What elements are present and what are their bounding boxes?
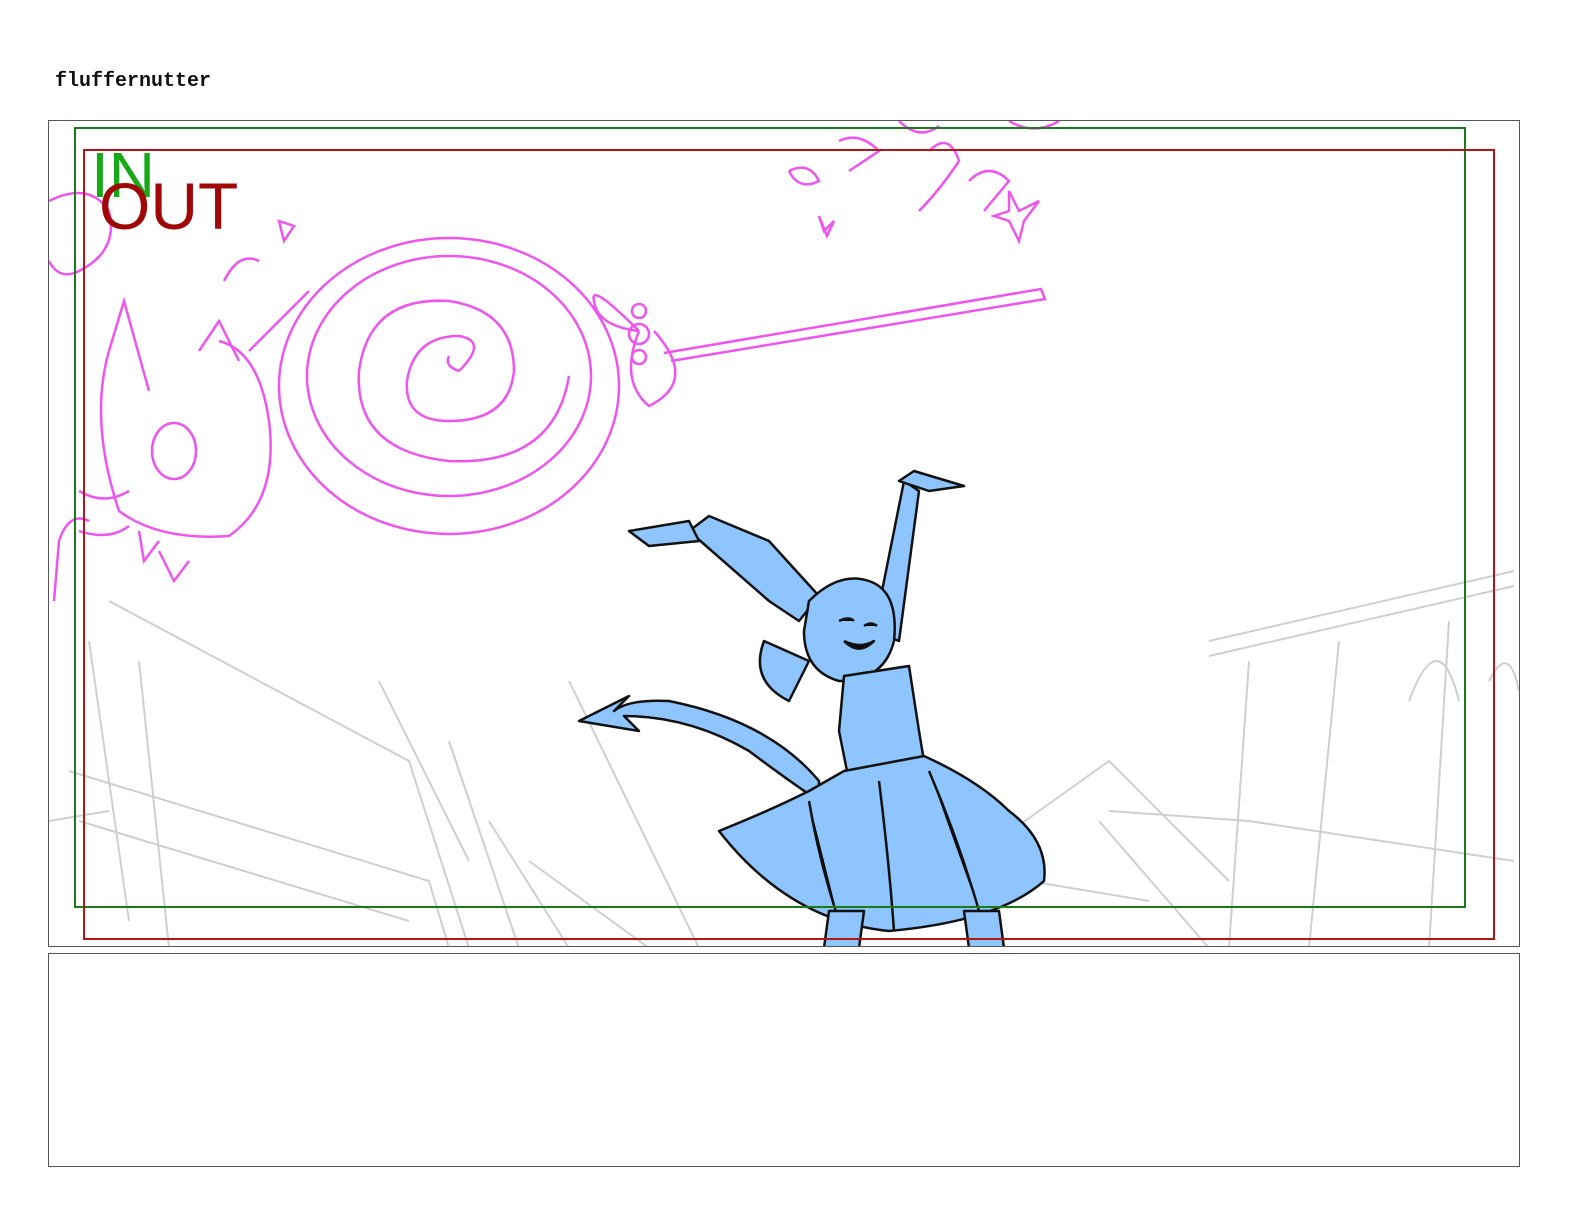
out-frame-border: [83, 149, 1495, 940]
panel-notes-box[interactable]: [48, 953, 1520, 1167]
storyboard-panel[interactable]: IN OUT: [48, 120, 1520, 947]
out-frame-label: OUT: [99, 169, 239, 243]
scene-title: fluffernutter: [55, 70, 212, 93]
